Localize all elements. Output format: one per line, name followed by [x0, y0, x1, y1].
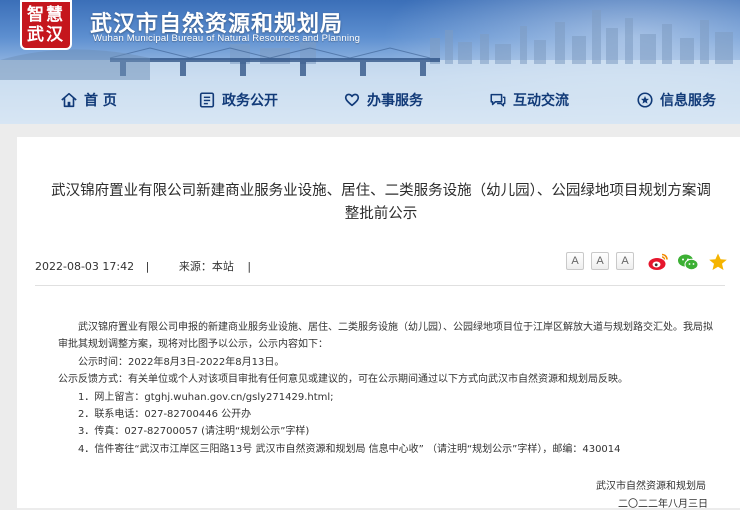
paragraph-period: 公示时间：2022年8月3日-2022年8月13日。	[78, 356, 285, 368]
font-size-medium-button[interactable]: A	[591, 252, 609, 270]
document-icon	[199, 92, 215, 108]
feedback-mail: 4．信件寄往“武汉市江岸区三阳路13号 武汉市自然资源和规划局 信息中心收” （…	[78, 443, 621, 455]
nav-item-interaction[interactable]: 互动交流	[489, 80, 569, 120]
logo-line-1: 智慧	[27, 5, 65, 25]
meta-divider	[35, 285, 725, 286]
heart-hand-icon	[344, 93, 360, 107]
site-logo[interactable]: 智慧 武汉	[20, 0, 72, 50]
paragraph-intro: 武汉锦府置业有限公司申报的新建商业服务业设施、居住、二类服务设施（幼儿园）、公园…	[58, 322, 713, 351]
nav-label-home: 首 页	[84, 93, 117, 109]
nav-item-information[interactable]: 信息服务	[636, 80, 716, 120]
chat-icon	[490, 93, 506, 107]
nav-label-interaction: 互动交流	[513, 93, 569, 109]
signature-organization: 武汉市自然资源和规划局	[596, 481, 706, 492]
article-source: 来源：本站	[178, 260, 234, 273]
nav-item-government-affairs[interactable]: 政务公开	[198, 80, 278, 120]
meta-separator: |	[247, 260, 252, 273]
header-banner: 智慧 武汉 武汉市自然资源和规划局 Wuhan Municipal Bureau…	[0, 0, 740, 124]
wechat-icon[interactable]	[677, 252, 699, 272]
main-nav: 首 页 政务公开 办事服务 互动交流 信息服务	[0, 80, 740, 120]
paragraph-feedback: 公示反馈方式：有关单位或个人对该项目审批有任何意见或建议的，可在公示期间通过以下…	[58, 374, 628, 386]
feedback-online: 1．网上留言：gtghj.wuhan.gov.cn/gsly271429.htm…	[78, 391, 334, 403]
feedback-phone: 2．联系电话：027-82700446 公开办	[78, 409, 252, 421]
article-meta: 2022-08-03 17:42 | 来源：本站 |	[35, 258, 251, 274]
nav-label-information: 信息服务	[660, 93, 716, 109]
publish-date: 2022-08-03 17:42	[35, 260, 135, 273]
article-container: 武汉锦府置业有限公司新建商业服务业设施、居住、二类服务设施（幼儿园）、公园绿地项…	[17, 137, 740, 510]
nav-label-government-affairs: 政务公开	[222, 93, 278, 109]
font-size-small-button[interactable]: A	[616, 252, 634, 270]
favorite-star-icon[interactable]	[707, 252, 729, 272]
article-title: 武汉锦府置业有限公司新建商业服务业设施、居住、二类服务设施（幼儿园）、公园绿地项…	[51, 183, 711, 222]
info-icon	[637, 92, 653, 108]
nav-label-services: 办事服务	[367, 93, 423, 109]
font-size-large-button[interactable]: A	[566, 252, 584, 270]
weibo-icon[interactable]	[647, 252, 669, 272]
nav-item-home[interactable]: 首 页	[60, 80, 117, 120]
meta-separator: |	[145, 260, 150, 273]
site-subtitle: Wuhan Municipal Bureau of Natural Resour…	[93, 33, 361, 44]
home-icon	[61, 92, 77, 108]
article-body: 武汉锦府置业有限公司申报的新建商业服务业设施、居住、二类服务设施（幼儿园）、公园…	[58, 319, 718, 458]
feedback-fax: 3．传真：027-82700057 (请注明“规划公示”字样)	[78, 426, 310, 438]
logo-line-2: 武汉	[27, 25, 65, 45]
nav-item-services[interactable]: 办事服务	[343, 80, 423, 120]
